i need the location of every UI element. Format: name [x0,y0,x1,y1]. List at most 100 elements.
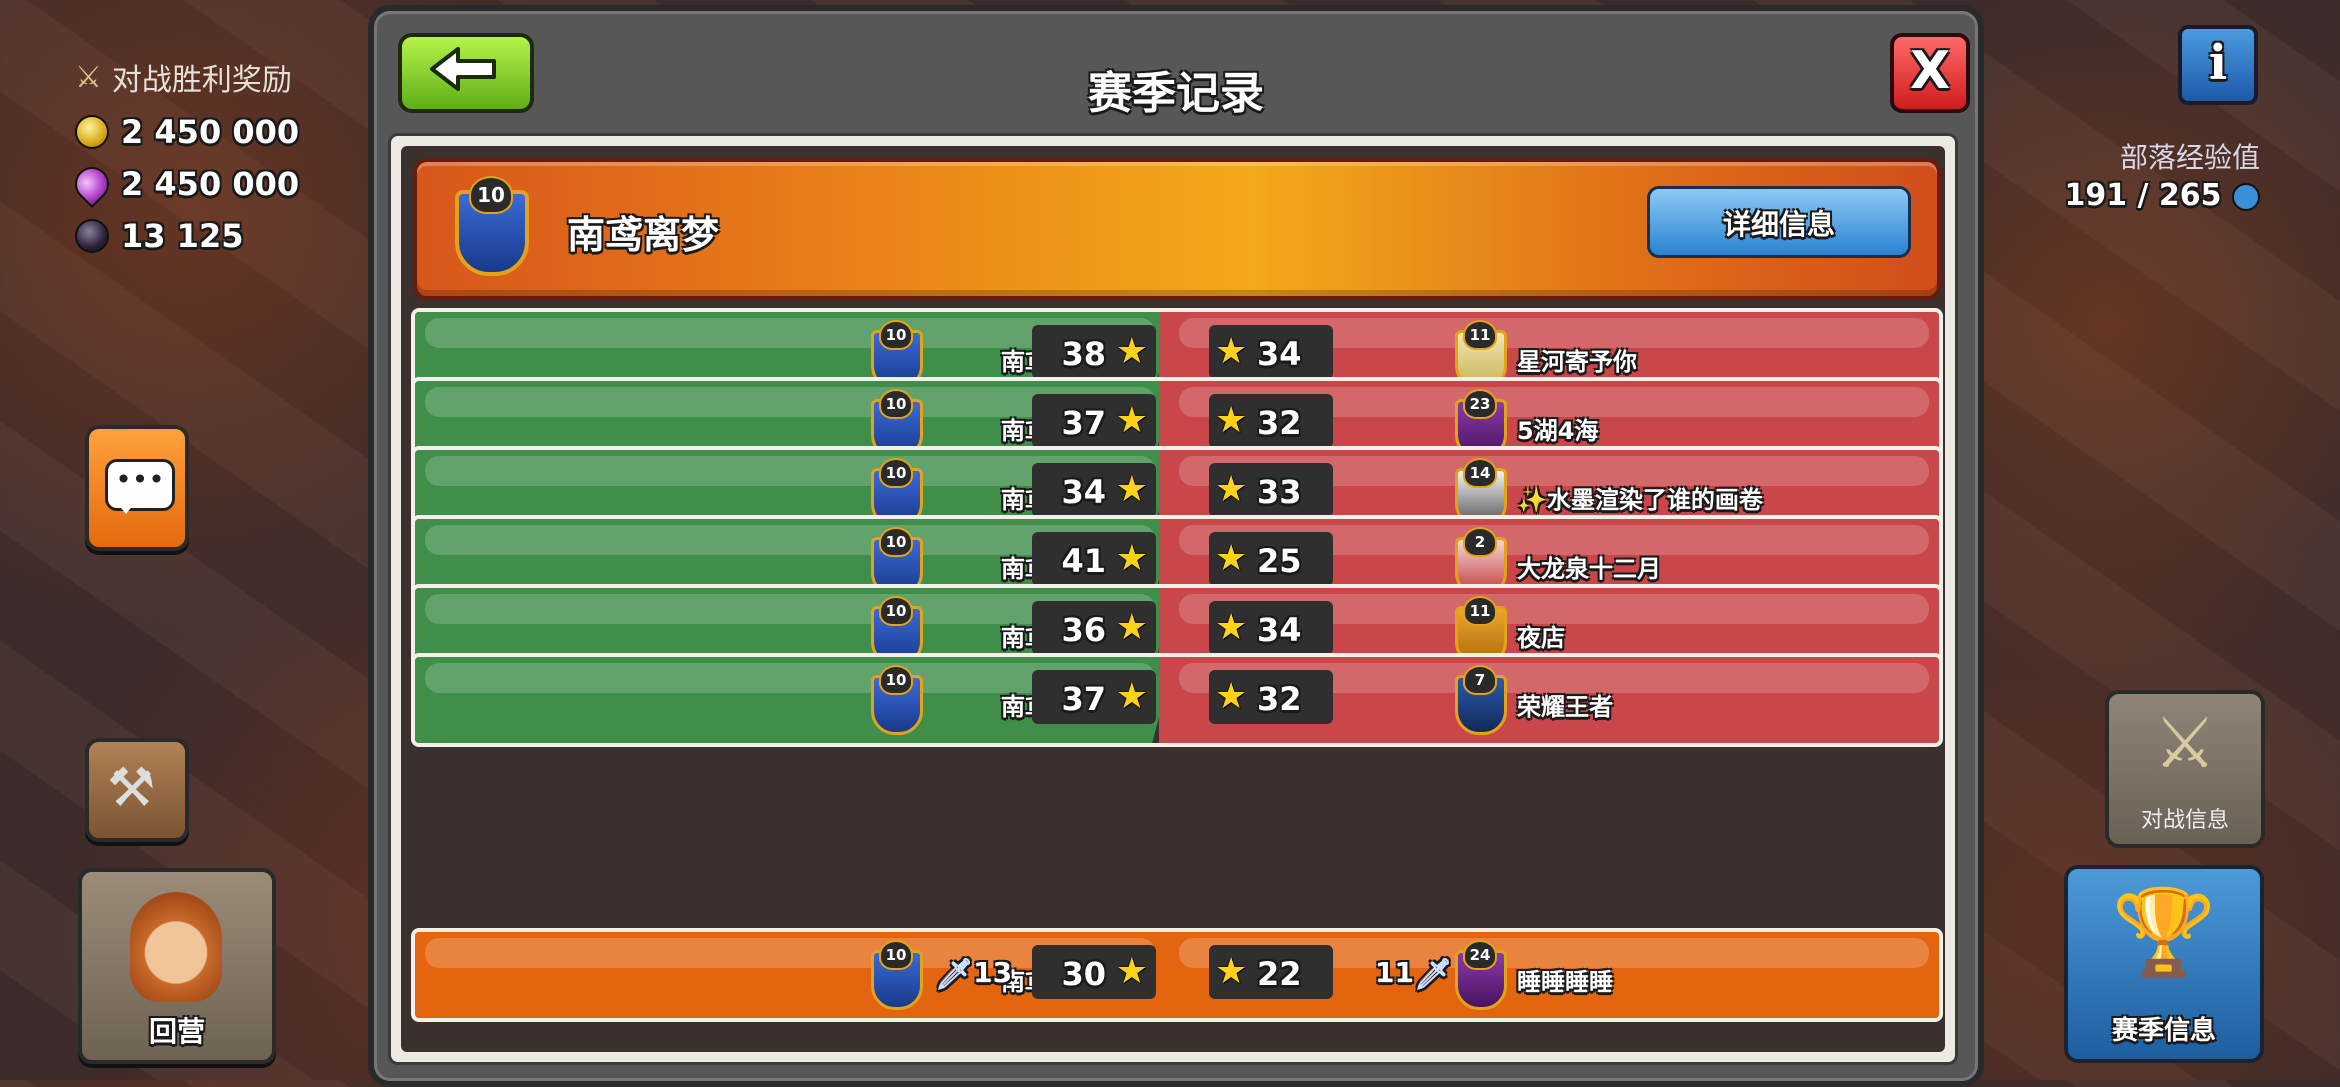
opp-stars: 32 [1257,404,1302,442]
our-attacks-count: 13 [973,956,1013,989]
star-icon: ★ [1115,676,1148,717]
close-button[interactable]: X [1890,33,1970,113]
opp-stars-box: ★ 25 [1209,532,1333,586]
gold-icon [75,115,109,149]
sword-icon: 🗡 [935,956,974,992]
elixir-icon [67,159,117,209]
clan-xp-icon [2232,182,2260,211]
opp-clan-badge-icon: 7 [1451,665,1507,735]
dark-elixir-amount: 13 125 [121,217,244,255]
our-attacks: 🗡13 [935,956,1012,992]
opp-stars: 32 [1257,680,1302,718]
opp-stars: 33 [1257,473,1302,511]
clan-xp-label: 部落经验值 [2119,141,2260,174]
star-icon: ★ [1115,538,1148,579]
elixir-row: 2 450 000 [67,159,300,209]
dialog-title: 赛季记录 [1088,68,1264,119]
clan-badge-icon: 10 [449,176,529,276]
our-clan-level: 10 [879,389,913,419]
gold-amount: 2 450 000 [121,113,300,151]
our-clan-badge-icon: 10 [867,665,923,735]
return-home-label: 回营 [148,1015,205,1048]
opp-clan-level: 2 [1463,527,1497,557]
opp-clan-name: 5湖4海 [1517,417,1599,445]
opp-attacks: 11🗡 [1375,956,1452,992]
our-stars-box: 37 ★ [1032,670,1156,724]
our-clan-badge-icon: 10 [867,940,923,1010]
info-button[interactable]: i [2178,25,2258,105]
chat-bubble-icon: ••• [105,459,175,514]
opp-clan-name: 睡睡睡睡 [1517,968,1613,996]
opp-stars-box: ★ 34 [1209,601,1333,655]
star-icon: ★ [1115,469,1148,510]
current-war-row[interactable]: 南鸢离梦 10 🗡13 30 ★ ★ 22 11🗡 24 睡睡睡睡 [411,928,1943,1022]
war-win-bonus-title: ⚔ 对战胜利奖励 [75,59,292,99]
opp-stars-box: ★ 32 [1209,670,1333,724]
star-icon: ★ [1115,331,1148,372]
our-stars: 38 [1061,335,1106,373]
opp-clan-level: 14 [1463,458,1497,488]
our-clan-level: 10 [879,320,913,350]
opp-clan-level: 7 [1463,665,1497,695]
our-stars-box: 38 ★ [1032,325,1156,379]
star-icon: ★ [1115,400,1148,441]
close-icon: X [1909,41,1951,101]
opp-clan-name: ✨水墨渲染了谁的画卷 [1517,486,1763,514]
star-icon: ★ [1215,400,1248,441]
dark-elixir-icon [75,219,109,253]
details-button[interactable]: 详细信息 [1647,186,1911,258]
clan-name: 南鸢离梦 [567,213,720,257]
our-clan-level: 10 [879,665,913,695]
star-icon: ★ [1115,607,1148,648]
opp-stars: 34 [1257,335,1302,373]
details-button-label: 详细信息 [1722,208,1835,241]
our-stars: 34 [1061,473,1106,511]
opp-stars: 22 [1257,955,1302,993]
season-info-label: 赛季信息 [2111,1016,2216,1046]
sword-icon: 🗡 [1413,956,1453,992]
clan-header: 10 南鸢离梦 详细信息 [413,158,1941,300]
clan-xp-panel: 部落经验值 191 / 265 [2064,136,2260,213]
elixir-amount: 2 450 000 [121,165,300,203]
chat-button[interactable]: ••• [85,425,189,551]
clan-level: 10 [469,176,513,214]
our-stars-box: 37 ★ [1032,394,1156,448]
crossed-swords-icon: ⚔ [2153,702,2217,784]
archer-portrait-icon [130,892,222,1002]
opp-stars-box: ★ 32 [1209,394,1333,448]
season-log-dialog: 赛季记录 X 10 南鸢离梦 详细信息 南鸢离梦1038★★3411星河寄予你南… [368,5,1984,1087]
opp-clan-name: 星河寄予你 [1517,348,1637,376]
our-stars-box: 36 ★ [1032,601,1156,655]
opp-stars: 34 [1257,611,1302,649]
star-icon: ★ [1215,469,1248,510]
war-log-container: 10 南鸢离梦 详细信息 南鸢离梦1038★★3411星河寄予你南鸢离梦1037… [388,133,1958,1065]
war-info-button[interactable]: ⚔ 对战信息 [2105,690,2265,848]
opp-clan-level: 24 [1463,940,1497,970]
return-home-button[interactable]: 回营 [78,868,276,1064]
trophy-icon: 🏆 [2111,883,2217,981]
clan-xp-value-row: 191 / 265 [2064,178,2260,213]
info-icon: i [2208,35,2228,91]
star-icon: ★ [1215,538,1248,579]
opp-clan-name: 大龙泉十二月 [1517,555,1661,583]
opp-clan-name: 夜店 [1517,624,1565,652]
hammer-icon: ⚒ [107,756,156,819]
war-row[interactable]: 南鸢离梦1037★★327荣耀王者 [411,653,1943,747]
opp-stars-box: ★ 34 [1209,325,1333,379]
dark-elixir-row: 13 125 [75,217,299,255]
star-icon: ★ [1215,331,1248,372]
our-stars-box: 41 ★ [1032,532,1156,586]
our-clan-level: 10 [879,940,913,970]
opp-clan-name: 荣耀王者 [1517,693,1613,721]
opp-attacks-count: 11 [1375,956,1414,989]
our-clan-level: 10 [879,596,913,626]
season-info-button[interactable]: 🏆 赛季信息 [2064,865,2264,1063]
star-icon: ★ [1215,676,1248,717]
our-clan-level: 10 [879,527,913,557]
our-stars: 36 [1061,611,1106,649]
war-bonus-panel: ⚔ 对战胜利奖励 2 450 000 2 450 000 13 125 [67,55,300,255]
clan-xp-value: 191 / 265 [2064,178,2222,213]
tools-button[interactable]: ⚒ [85,738,189,842]
opp-clan-level: 11 [1463,320,1497,350]
opp-stars-box: ★ 22 [1209,945,1333,999]
